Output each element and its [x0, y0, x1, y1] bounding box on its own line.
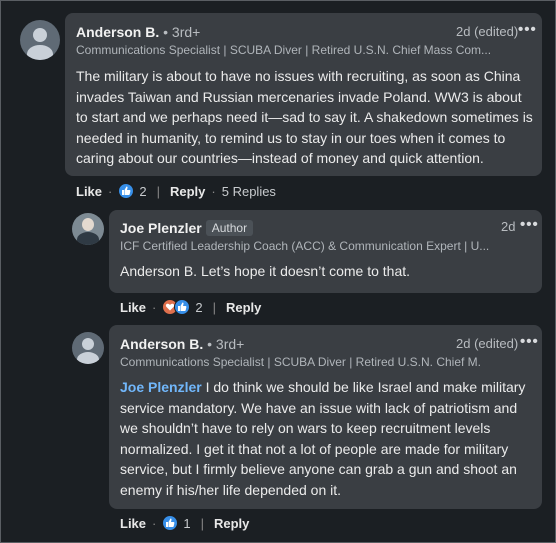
divider: | [156, 183, 160, 199]
comment-actions: Like · 1 | Reply [120, 515, 249, 531]
reply-button[interactable]: Reply [214, 516, 249, 531]
like-button[interactable]: Like [120, 300, 146, 315]
like-reaction-icon [174, 299, 191, 315]
separator: · [108, 183, 113, 199]
author-headline: Communications Specialist | SCUBA Diver … [120, 355, 480, 369]
separator: · [152, 515, 157, 531]
author-badge: Author [205, 220, 254, 236]
like-button[interactable]: Like [76, 184, 102, 199]
reactions-summary[interactable]: 1 [162, 515, 191, 531]
reactions-summary[interactable]: 2 [162, 299, 203, 315]
separator: · [211, 183, 216, 199]
reaction-count: 1 [183, 515, 191, 531]
like-reaction-icon [162, 515, 179, 531]
comment-actions: Like · 2 | Reply · 5 Replies [76, 183, 276, 199]
author-headline: Communications Specialist | SCUBA Diver … [76, 43, 492, 57]
avatar[interactable] [72, 213, 104, 245]
comment-text-body: I do think we should be like Israel and … [120, 379, 526, 498]
avatar[interactable] [72, 332, 104, 364]
divider: | [200, 515, 204, 531]
reaction-count: 2 [195, 299, 203, 315]
reply-button[interactable]: Reply [226, 300, 261, 315]
comment-bubble: Anderson B. • 3rd+ Communications Specia… [65, 13, 542, 176]
separator: · [152, 299, 157, 315]
comment-timestamp: 2d (edited) [456, 24, 519, 39]
comment-author[interactable]: Anderson B. • 3rd+ [120, 336, 244, 352]
connection-degree: • 3rd+ [207, 336, 245, 352]
reaction-count: 2 [139, 183, 147, 199]
more-options-icon[interactable]: ••• [518, 21, 537, 38]
comment-author[interactable]: Joe Plenzler Author [120, 220, 254, 236]
reactions-summary[interactable]: 2 [118, 183, 147, 199]
divider: | [212, 299, 216, 315]
reply-bubble: Joe Plenzler Author ICF Certified Leaders… [109, 210, 542, 293]
like-reaction-icon [118, 183, 135, 199]
more-options-icon[interactable]: ••• [520, 216, 539, 233]
comment-author[interactable]: Anderson B. • 3rd+ [76, 24, 200, 40]
comment-actions: Like · 2 | Reply [120, 299, 261, 315]
comment-timestamp: 2d (edited) [456, 336, 519, 351]
comment-text: Anderson B. Let’s hope it doesn’t come t… [120, 263, 411, 279]
author-headline: ICF Certified Leadership Coach (ACC) & C… [120, 239, 490, 253]
reply-button[interactable]: Reply [170, 184, 205, 199]
reply-bubble: Anderson B. • 3rd+ Communications Specia… [109, 325, 542, 509]
like-button[interactable]: Like [120, 516, 146, 531]
mention-link[interactable]: Joe Plenzler [120, 379, 202, 395]
more-options-icon[interactable]: ••• [520, 333, 539, 350]
comment-timestamp: 2d [501, 219, 516, 234]
comment-text: The military is about to have no issues … [76, 68, 533, 166]
replies-link[interactable]: 5 Replies [222, 184, 276, 199]
connection-degree: • 3rd+ [163, 24, 201, 40]
avatar[interactable] [20, 20, 60, 60]
comment-text: Joe Plenzler I do think we should be lik… [120, 377, 535, 500]
